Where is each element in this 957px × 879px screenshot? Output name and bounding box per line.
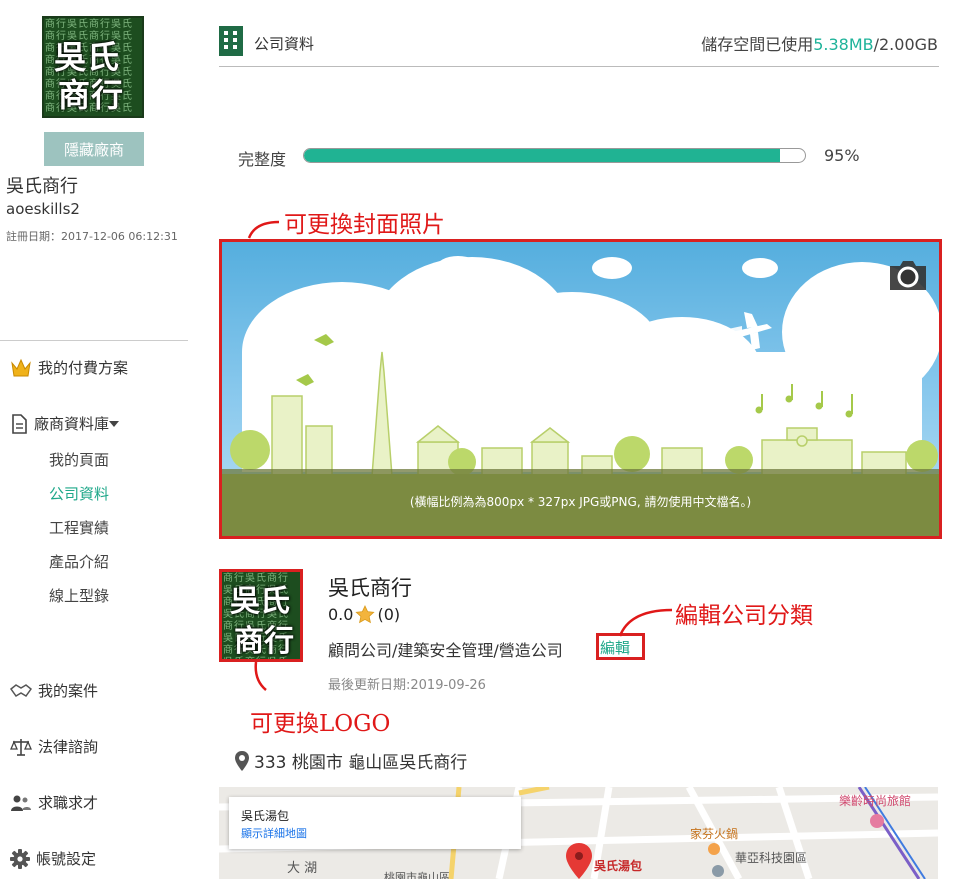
sidebar-item-label: 我的付費方案 (38, 359, 129, 377)
rating-count: (0) (377, 605, 401, 624)
sidebar-username: aoeskills2 (6, 200, 80, 218)
document-icon (12, 413, 27, 434)
map-place-science-park: 華亞科技園區 (735, 851, 808, 865)
map-place-district: 桃園市龜山區 (384, 871, 450, 879)
map-detail-link[interactable]: 顯示詳細地圖 (241, 825, 307, 841)
annotation-arrow-logo (254, 661, 267, 691)
sub-item-company-info[interactable]: 公司資料 (49, 483, 109, 504)
completeness-label: 完整度 (238, 150, 287, 169)
sidebar-item-label: 廠商資料庫 (34, 415, 110, 433)
storage-total: /2.00GB (873, 35, 938, 54)
cover-hint: (橫幅比例為為800px * 327px JPG或PNG, 請勿使用中文檔名。) (409, 495, 752, 509)
sidebar-register-date: 註冊日期：2017-12-06 06:12:31 (6, 230, 178, 243)
annotation-category: 編輯公司分類 (675, 603, 813, 629)
logo-line-2: 商行 (234, 624, 294, 659)
completeness-bar-fill (304, 149, 780, 162)
star-icon (355, 605, 376, 624)
sidebar-item-label: 帳號設定 (36, 850, 97, 868)
sidebar-item-label: 法律諮詢 (38, 738, 99, 756)
sidebar-item-cases[interactable]: 我的案件 (10, 680, 98, 701)
caret-down-icon (109, 420, 120, 427)
sidebar-item-label: 求職求才 (38, 794, 99, 812)
users-icon (11, 795, 31, 811)
map-info-card: 吳氏湯包 顯示詳細地圖 (229, 797, 521, 849)
sub-item-products[interactable]: 產品介紹 (49, 551, 109, 572)
edit-category-link[interactable]: 編輯 (600, 637, 630, 658)
scales-icon (10, 738, 32, 756)
sidebar-item-database[interactable]: 廠商資料庫 (10, 413, 120, 434)
sidebar-item-label: 我的案件 (38, 682, 99, 700)
sidebar-item-account[interactable]: 帳號設定 (10, 848, 96, 869)
company-category: 顧問公司/建築安全管理/營造公司 (328, 641, 563, 660)
logo-line-2: 商行 (58, 76, 125, 114)
completeness-bar (303, 148, 806, 163)
map-pin-icon (235, 750, 249, 771)
completeness-percent: 95% (824, 146, 860, 165)
company-logo-thumbnail: 商行吳氏商行吳氏商行吳氏商行吳氏商行吳氏商行吳氏商行吳氏商行吳氏商行吳氏商行吳氏… (42, 16, 144, 118)
annotation-arrow-category (618, 608, 673, 637)
camera-icon[interactable] (887, 257, 929, 293)
cover-photo[interactable]: (橫幅比例為為800px * 327px JPG或PNG, 請勿使用中文檔名。) (219, 239, 942, 539)
sidebar-divider (0, 340, 188, 341)
company-address: 333 桃園市 龜山區吳氏商行 (234, 748, 467, 773)
handshake-icon (10, 683, 32, 697)
storage-prefix: 儲存空間已使用 (701, 35, 814, 54)
gear-icon (10, 848, 30, 869)
map-card-title: 吳氏湯包 (241, 809, 290, 823)
annotation-logo: 可更換LOGO (250, 711, 391, 737)
company-name: 吳氏商行 (328, 576, 412, 600)
building-icon (219, 26, 243, 56)
sidebar-item-plans[interactable]: 我的付費方案 (10, 357, 128, 378)
page-title: 公司資料 (254, 35, 315, 53)
storage-usage: 儲存空間已使用5.38MB/2.00GB (701, 31, 938, 55)
sidebar-item-legal[interactable]: 法律諮詢 (10, 736, 98, 757)
header-divider (219, 66, 939, 67)
sidebar: 商行吳氏商行吳氏商行吳氏商行吳氏商行吳氏商行吳氏商行吳氏商行吳氏商行吳氏商行吳氏… (0, 0, 188, 879)
sidebar-item-jobs[interactable]: 求職求才 (10, 792, 98, 813)
map-place-hotpot: 家芬火鍋 (690, 827, 739, 841)
company-rating: 0.0 (0) (328, 605, 400, 624)
map-place-hotel: 樂齡時尚旅館 (839, 794, 912, 808)
crown-icon (11, 358, 31, 376)
hide-vendor-button[interactable]: 隱藏廠商 (44, 132, 144, 166)
sub-item-projects[interactable]: 工程實績 (49, 517, 109, 538)
sidebar-company-name: 吳氏商行 (6, 176, 78, 197)
company-logo[interactable]: 商行吳氏商行吳氏商行吳氏商行吳氏商行吳氏商行吳氏商行吳氏商行吳氏商行吳氏商行吳氏… (219, 569, 303, 662)
map-pin-label: 吳氏湯包 (594, 859, 643, 873)
last-updated: 最後更新日期:2019-09-26 (328, 678, 486, 693)
map-place-dahu: 大 湖 (287, 861, 318, 876)
storage-used: 5.38MB (813, 35, 874, 54)
sub-item-catalog[interactable]: 線上型錄 (49, 585, 109, 606)
annotation-cover: 可更換封面照片 (284, 212, 445, 238)
address-text: 333 桃園市 龜山區吳氏商行 (254, 753, 468, 773)
rating-value: 0.0 (328, 605, 354, 624)
logo-line-1: 吳氏 (230, 584, 290, 619)
sub-item-my-page[interactable]: 我的頁面 (49, 449, 109, 470)
